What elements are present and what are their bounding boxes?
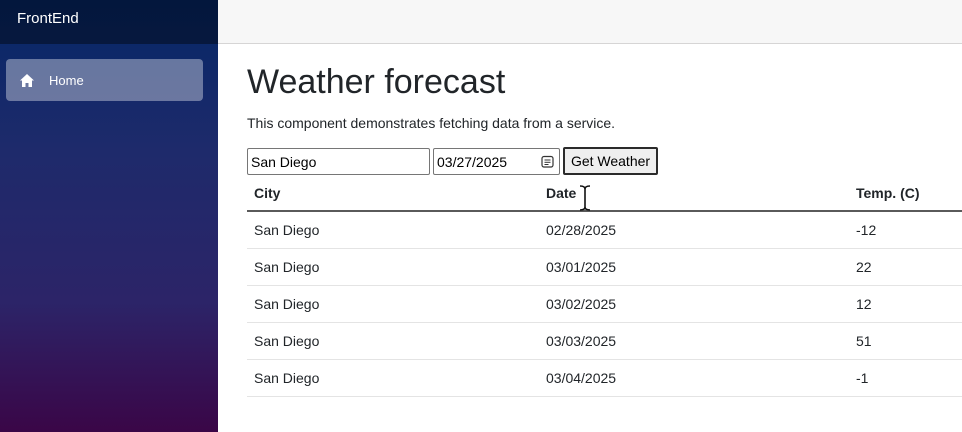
column-header-temp[interactable]: Temp. (C) bbox=[849, 175, 962, 212]
home-icon bbox=[20, 73, 34, 87]
cell-temp: -12 bbox=[849, 211, 962, 249]
cell-date: 03/02/2025 bbox=[539, 285, 849, 323]
sidebar-item-home[interactable]: Home bbox=[6, 59, 203, 101]
cell-date: 03/03/2025 bbox=[539, 322, 849, 360]
cell-date: 03/01/2025 bbox=[539, 248, 849, 286]
table-row: San Diego 03/04/2025 -1 bbox=[247, 359, 962, 397]
top-row bbox=[218, 0, 962, 44]
table-row: San Diego 02/28/2025 -12 bbox=[247, 211, 962, 249]
date-input[interactable]: 03/27/2025 bbox=[433, 148, 560, 175]
cell-city: San Diego bbox=[247, 248, 539, 286]
cell-city: San Diego bbox=[247, 285, 539, 323]
column-header-city[interactable]: City bbox=[247, 175, 539, 212]
cell-temp: 51 bbox=[849, 322, 962, 360]
cell-temp: -1 bbox=[849, 359, 962, 397]
cell-city: San Diego bbox=[247, 359, 539, 397]
calendar-icon[interactable] bbox=[541, 155, 554, 168]
city-input[interactable] bbox=[247, 148, 430, 175]
cell-date: 03/04/2025 bbox=[539, 359, 849, 397]
date-value: 03/27/2025 bbox=[437, 153, 508, 170]
page-title: Weather forecast bbox=[247, 63, 506, 101]
cell-temp: 12 bbox=[849, 285, 962, 323]
table-row: San Diego 03/03/2025 51 bbox=[247, 322, 962, 360]
cell-city: San Diego bbox=[247, 211, 539, 249]
page-description: This component demonstrates fetching dat… bbox=[247, 115, 616, 131]
table-row: San Diego 03/02/2025 12 bbox=[247, 285, 962, 323]
cell-city: San Diego bbox=[247, 322, 539, 360]
cell-date: 02/28/2025 bbox=[539, 211, 849, 249]
sidebar-item-label: Home bbox=[49, 72, 84, 88]
table-header-row: City Date Temp. (C) bbox=[247, 175, 962, 212]
text-cursor-icon bbox=[579, 185, 591, 211]
app-brand[interactable]: FrontEnd bbox=[0, 0, 218, 44]
cell-temp: 22 bbox=[849, 248, 962, 286]
get-weather-button[interactable]: Get Weather bbox=[563, 147, 658, 175]
sidebar: FrontEnd Home bbox=[0, 0, 218, 432]
table-row: San Diego 03/01/2025 22 bbox=[247, 248, 962, 286]
weather-table: City Date Temp. (C) San Diego 02/28/2025… bbox=[247, 175, 962, 397]
